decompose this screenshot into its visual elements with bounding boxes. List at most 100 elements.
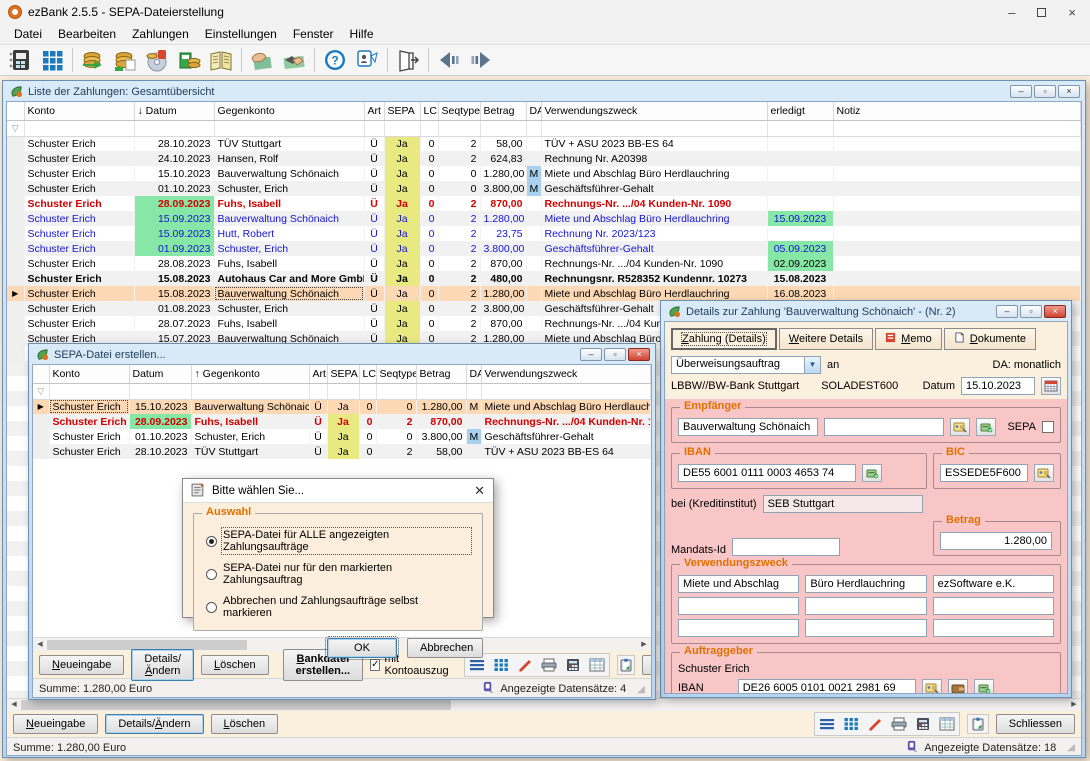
dialog-option-1[interactable]: SEPA-Datei für ALLE angezeigten Zahlungs… — [206, 529, 470, 553]
table-row[interactable]: Schuster Erich01.10.2023Schuster, ErichÜ… — [33, 429, 651, 444]
calendar-icon[interactable] — [1041, 377, 1061, 395]
tab-memo[interactable]: Memo — [875, 328, 942, 350]
table-row[interactable]: Schuster Erich15.10.2023Bauverwaltung Sc… — [7, 166, 1081, 181]
filter-cell[interactable] — [129, 383, 191, 399]
zweck-input[interactable] — [933, 597, 1054, 615]
scroll-left-icon[interactable]: ◀ — [7, 699, 21, 711]
row-marker[interactable] — [7, 166, 24, 181]
col-header-notiz[interactable]: Notiz — [833, 102, 1081, 120]
row-marker[interactable] — [7, 151, 24, 166]
filter-cell[interactable] — [214, 120, 364, 136]
schliessen-button[interactable]: Schliessen — [642, 655, 652, 675]
zweck-input[interactable] — [678, 597, 799, 615]
filter-cell[interactable] — [438, 120, 480, 136]
betrag-input[interactable] — [940, 532, 1052, 550]
help-icon[interactable]: ? — [319, 46, 351, 74]
row-marker[interactable] — [7, 241, 24, 256]
filter-pen-icon[interactable] — [514, 655, 536, 675]
filter-cell[interactable] — [364, 120, 384, 136]
details-close-button[interactable]: × — [1044, 305, 1066, 318]
sepa-restore-button[interactable]: ▫ — [604, 348, 626, 361]
ledger-icon[interactable] — [205, 46, 237, 74]
filter-cell[interactable] — [466, 383, 481, 399]
schliessen-button[interactable]: Schliessen — [996, 714, 1075, 734]
row-marker[interactable] — [33, 444, 49, 459]
empfaenger-name-input[interactable] — [678, 418, 818, 436]
tab-zahlung-details-[interactable]: Zahlung (Details) — [671, 328, 777, 350]
col-header-lc[interactable]: LC — [359, 365, 376, 383]
bic-lookup-icon[interactable] — [1034, 464, 1054, 482]
zweck-input[interactable] — [933, 619, 1054, 637]
payment-cd-icon[interactable] — [141, 46, 173, 74]
wallet-icon[interactable] — [948, 679, 968, 694]
contact-picker-icon[interactable] — [922, 679, 942, 694]
details-restore-button[interactable]: ▫ — [1020, 305, 1042, 318]
liste-restore-button[interactable]: ▫ — [1034, 85, 1056, 98]
details-minimize-button[interactable]: – — [996, 305, 1018, 318]
liste-window-titlebar[interactable]: Liste der Zahlungen: Gesamtübersicht – ▫… — [6, 84, 1082, 101]
zweck-input[interactable] — [933, 575, 1054, 593]
table-row[interactable]: Schuster Erich28.09.2023Fuhs, IsabellÜJa… — [33, 414, 651, 429]
scroll-right-icon[interactable]: ▶ — [1067, 699, 1081, 711]
print-icon[interactable] — [888, 714, 910, 734]
filter-cell[interactable] — [359, 383, 376, 399]
filter-cell[interactable] — [327, 383, 359, 399]
clipboard-icon[interactable] — [617, 655, 635, 675]
menu-bearbeiten[interactable]: Bearbeiten — [50, 25, 124, 43]
address-book-icon[interactable] — [4, 46, 36, 74]
resize-grip[interactable]: ◢ — [1067, 742, 1075, 753]
col-header-seqtype[interactable]: Seqtype — [376, 365, 416, 383]
filter-cell[interactable] — [376, 383, 416, 399]
row-marker[interactable] — [7, 331, 24, 346]
table-row[interactable]: Schuster Erich15.08.2023Autohaus Car and… — [7, 271, 1081, 286]
sepa-close-button[interactable]: × — [628, 348, 650, 361]
row-marker[interactable] — [7, 211, 24, 226]
col-header-betrag[interactable]: Betrag — [416, 365, 466, 383]
row-marker[interactable] — [33, 414, 49, 429]
table-row[interactable]: Schuster Erich15.09.2023Bauverwaltung Sc… — [7, 211, 1081, 226]
filter-cell[interactable] — [481, 383, 651, 399]
filter-pen-icon[interactable] — [864, 714, 886, 734]
table-row[interactable]: ▶Schuster Erich15.10.2023Bauverwaltung S… — [33, 399, 651, 414]
row-marker[interactable] — [7, 346, 24, 361]
filter-row-header[interactable]: ▽ — [33, 383, 49, 399]
col-header-konto[interactable]: Konto — [49, 365, 129, 383]
empfaenger-name2-input[interactable] — [824, 418, 944, 436]
feedback-icon[interactable] — [351, 46, 383, 74]
auftraggeber-iban-input[interactable] — [738, 679, 916, 694]
payment-out-icon[interactable] — [77, 46, 109, 74]
scroll-left-icon[interactable]: ◀ — [33, 639, 47, 651]
radio-icon[interactable] — [206, 569, 217, 580]
scrollbar-thumb[interactable] — [21, 700, 451, 710]
zweck-input[interactable] — [678, 575, 799, 593]
nav-forward-icon[interactable] — [465, 46, 497, 74]
window-minimize-button[interactable]: – — [1008, 5, 1015, 20]
filter-cell[interactable] — [134, 120, 214, 136]
col-header-erledigt[interactable]: erledigt — [767, 102, 833, 120]
col-header-betrag[interactable]: Betrag — [480, 102, 526, 120]
table-row[interactable]: Schuster Erich01.10.2023Schuster, ErichÜ… — [7, 181, 1081, 196]
filter-cell[interactable] — [191, 383, 309, 399]
handshake-icon[interactable] — [278, 46, 310, 74]
calculator-icon[interactable] — [562, 655, 584, 675]
dialog-ok-button[interactable]: OK — [327, 638, 397, 658]
zweck-input[interactable] — [805, 619, 926, 637]
resize-grip[interactable]: ◢ — [637, 684, 645, 695]
radio-icon[interactable] — [206, 536, 217, 547]
row-marker[interactable] — [7, 316, 24, 331]
col-header-art[interactable]: Art — [364, 102, 384, 120]
filter-cell[interactable] — [384, 120, 420, 136]
col-header-seqtype[interactable]: Seqtype — [438, 102, 480, 120]
menu-fenster[interactable]: Fenster — [285, 25, 342, 43]
mandat-input[interactable] — [732, 538, 840, 556]
calculator-icon[interactable] — [912, 714, 934, 734]
liste-minimize-button[interactable]: – — [1010, 85, 1032, 98]
neueingabe-button[interactable]: Neueingabe — [13, 714, 98, 734]
bic-input[interactable] — [940, 464, 1028, 482]
table-row[interactable]: Schuster Erich28.10.2023TÜV StuttgartÜJa… — [7, 136, 1081, 151]
row-marker[interactable] — [33, 429, 49, 444]
table-row[interactable]: Schuster Erich01.09.2023Schuster, ErichÜ… — [7, 241, 1081, 256]
menu-datei[interactable]: Datei — [6, 25, 50, 43]
table-view-icon[interactable] — [586, 655, 608, 675]
filter-row-header[interactable]: ▽ — [7, 120, 24, 136]
